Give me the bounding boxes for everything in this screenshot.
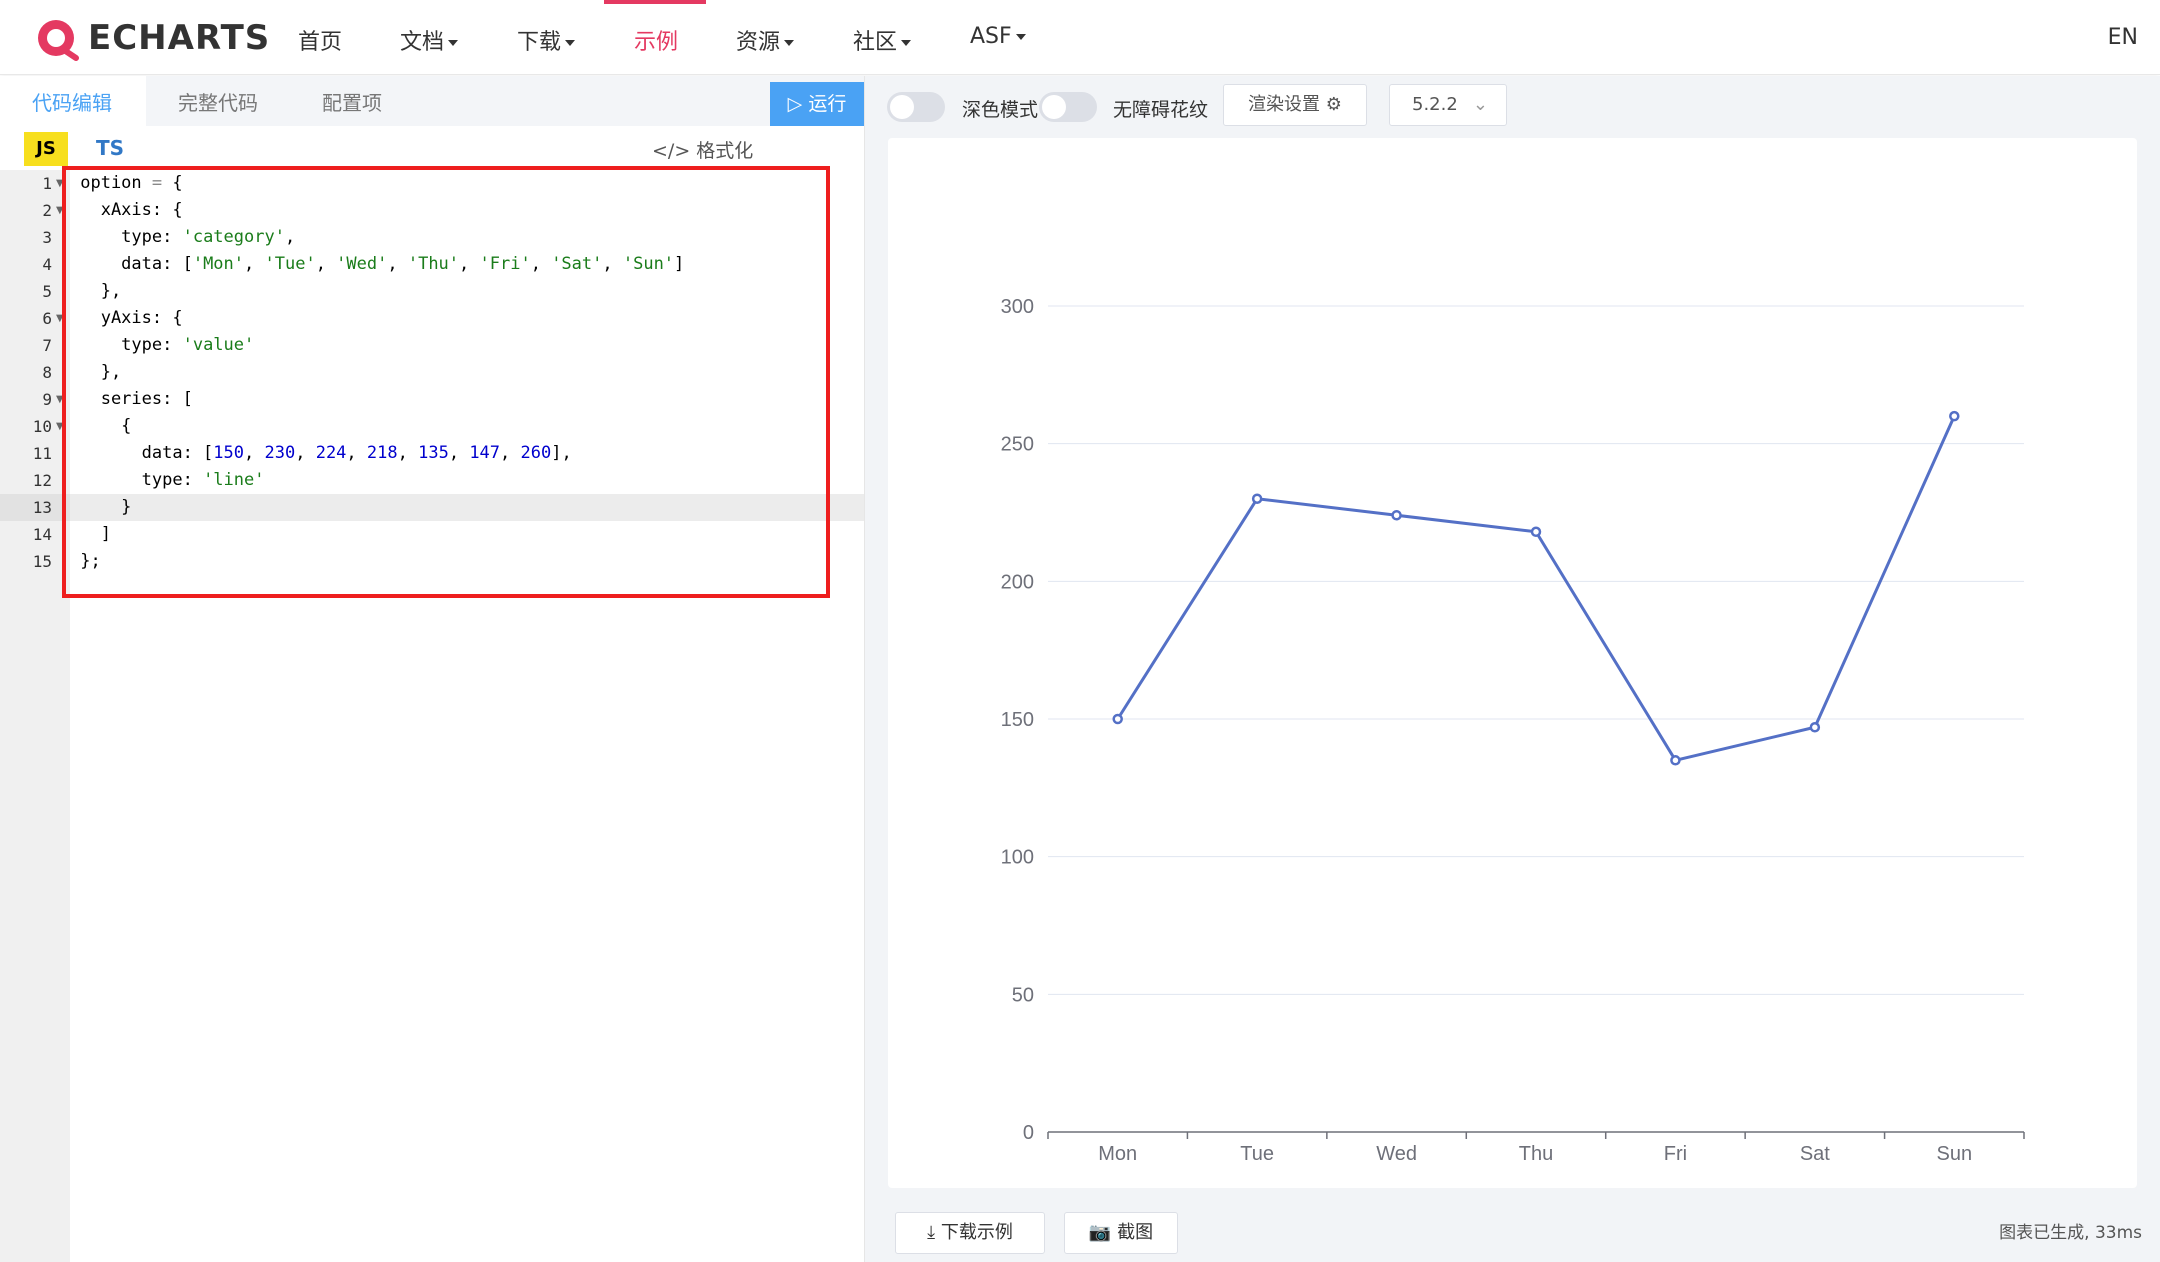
nav-community[interactable]: 社区: [853, 24, 912, 56]
line-number: 15: [32, 552, 52, 571]
accessibility-label: 无障碍花纹: [1113, 99, 1209, 121]
logo-text: ECHARTS: [88, 18, 271, 58]
nav-community-label: 社区: [853, 30, 898, 55]
y-tick-label: 100: [1001, 847, 1034, 869]
line-number-current: 13: [0, 494, 70, 521]
js-toggle[interactable]: JS: [24, 132, 68, 166]
camera-icon: 📷: [1088, 1222, 1112, 1243]
y-tick-label: 150: [1001, 709, 1034, 731]
x-tick-label: Sat: [1800, 1143, 1830, 1165]
x-tick-label: Wed: [1376, 1143, 1417, 1165]
echarts-logo[interactable]: ECHARTS: [34, 12, 270, 64]
download-icon: ⤓: [927, 1222, 936, 1243]
line-number: 5: [42, 282, 52, 301]
caret-down-icon: [901, 40, 912, 46]
screenshot-button[interactable]: 📷 截图: [1064, 1212, 1178, 1254]
play-icon: ▷: [787, 93, 803, 115]
nav-resources-label: 资源: [736, 30, 781, 55]
y-tick-label: 50: [1012, 984, 1034, 1006]
line-number: 4: [42, 255, 52, 274]
data-point: [1530, 526, 1542, 538]
run-button-wrap: ▷ 运行: [770, 76, 864, 170]
echarts-logo-icon: [38, 20, 79, 61]
line-number: 9: [42, 390, 52, 409]
accessibility-toggle[interactable]: [1039, 92, 1097, 122]
caret-down-icon: [448, 40, 459, 46]
top-navbar: ECHARTS 首页 文档 下载 示例 资源 社区 ASF EN: [0, 0, 2160, 75]
line-number-gutter: 1 2 3 4 5 6 7 8 9 10 11 12 13 14 15 ▼ ▼ …: [0, 170, 70, 1262]
nav-home[interactable]: 首页: [298, 24, 342, 56]
y-tick-label: 300: [1001, 296, 1034, 318]
line-number: 6: [42, 309, 52, 328]
x-tick-label: Thu: [1519, 1143, 1553, 1165]
editor-tabs: 代码编辑 完整代码 配置项: [0, 76, 864, 126]
tab-full-code[interactable]: 完整代码: [146, 76, 290, 126]
data-point: [1391, 510, 1402, 521]
nav-docs[interactable]: 文档: [400, 24, 459, 56]
highlight-box: [62, 166, 830, 598]
line-number: 7: [42, 336, 52, 355]
line-number: 10: [32, 417, 52, 436]
dark-mode-toggle[interactable]: [887, 92, 945, 122]
nav-download[interactable]: 下载: [517, 24, 576, 56]
render-status: 图表已生成, 33ms: [1999, 1223, 2142, 1243]
screenshot-label: 截图: [1117, 1222, 1154, 1243]
nav-examples[interactable]: 示例: [634, 24, 678, 56]
gear-icon: ⚙: [1325, 94, 1342, 115]
line-number: 14: [32, 525, 52, 544]
code-icon: </>: [652, 140, 691, 162]
nav-docs-label: 文档: [400, 30, 445, 55]
nav-asf-label: ASF: [970, 24, 1012, 49]
caret-down-icon: [1015, 34, 1026, 40]
language-row: JS TS </> 格式化: [0, 126, 864, 170]
nav-download-label: 下载: [517, 30, 562, 55]
line-number: 8: [42, 363, 52, 382]
nav-asf[interactable]: ASF: [970, 24, 1026, 49]
line-number: 12: [32, 471, 52, 490]
line-number: 3: [42, 228, 52, 247]
data-point: [1112, 713, 1123, 725]
data-point: [1251, 493, 1263, 504]
data-point: [1949, 410, 1960, 422]
data-point: [1670, 755, 1681, 766]
version-value: 5.2.2: [1412, 94, 1458, 115]
x-tick-label: Tue: [1240, 1143, 1274, 1165]
line-number: 11: [32, 444, 52, 463]
line-chart: 0 50 100 150 200 250 300 Mon Tue Wed Thu Fri Sat Sun: [1001, 296, 2025, 1165]
x-tick-label: Sun: [1936, 1143, 1972, 1165]
data-point: [1809, 722, 1821, 733]
version-select[interactable]: 5.2.2 ⌄: [1389, 84, 1507, 126]
run-label: 运行: [808, 93, 847, 115]
nav-active-indicator: [604, 0, 706, 4]
caret-down-icon: [784, 40, 795, 46]
x-tick-label: Mon: [1098, 1143, 1137, 1165]
language-switch[interactable]: EN: [2108, 25, 2138, 50]
run-button[interactable]: ▷ 运行: [770, 82, 864, 126]
y-tick-label: 0: [1023, 1122, 1034, 1144]
nav-resources[interactable]: 资源: [736, 24, 795, 56]
ts-toggle[interactable]: TS: [96, 136, 124, 160]
download-label: 下载示例: [940, 1222, 1013, 1243]
y-tick-label: 200: [1001, 571, 1034, 593]
chart-container: 0 50 100 150 200 250 300 Mon Tue Wed Thu Fri Sat Sun: [888, 138, 2137, 1188]
preview-panel: 深色模式 无障碍花纹 渲染设置 ⚙ 5.2.2 ⌄ 0 50 100 150 200 250…: [865, 76, 2160, 1262]
y-tick-label: 250: [1001, 434, 1034, 456]
format-label: 格式化: [696, 140, 754, 162]
dark-mode-label: 深色模式: [962, 99, 1039, 121]
x-tick-label: Fri: [1664, 1143, 1687, 1165]
tab-code-edit[interactable]: 代码编辑: [0, 76, 146, 126]
chevron-down-icon: ⌄: [1472, 94, 1488, 115]
download-example-button[interactable]: ⤓ 下载示例: [895, 1212, 1045, 1254]
line-number: 2: [42, 201, 52, 220]
tab-options[interactable]: 配置项: [290, 76, 414, 126]
caret-down-icon: [565, 40, 576, 46]
render-settings-label: 渲染设置: [1248, 94, 1321, 115]
render-settings-button[interactable]: 渲染设置 ⚙: [1223, 84, 1367, 126]
format-button[interactable]: </> 格式化: [652, 136, 753, 163]
series-line: [1116, 415, 1956, 762]
line-number: 1: [42, 174, 52, 193]
